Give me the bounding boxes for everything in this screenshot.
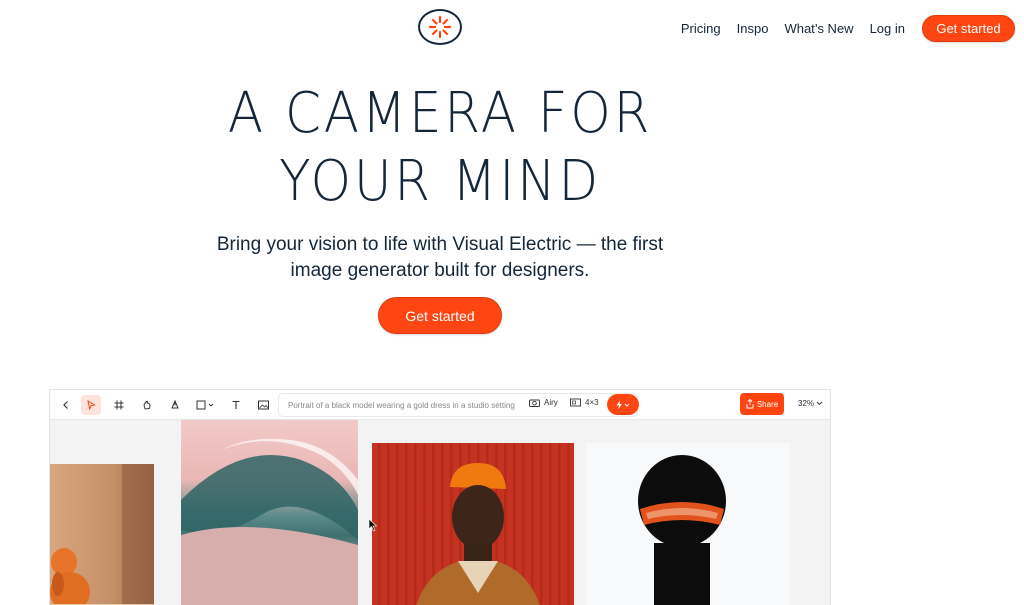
text-icon[interactable]	[226, 395, 246, 415]
hero-title: A CAMERA FOR YOUR MIND	[35, 80, 845, 216]
hand-icon[interactable]	[137, 395, 157, 415]
editor-toolbar: Portrait of a black model wearing a gold…	[50, 390, 830, 420]
hero-get-started-button[interactable]: Get started	[378, 297, 502, 334]
nav-link-whats-new[interactable]: What’s New	[784, 21, 853, 36]
nav-link-login[interactable]: Log in	[870, 21, 905, 36]
select-icon[interactable]	[81, 395, 101, 415]
share-label: Share	[756, 399, 779, 409]
hero-subtitle: Bring your vision to life with Visual El…	[216, 234, 664, 281]
generated-image-wave[interactable]	[181, 420, 358, 605]
nav-link-inspo[interactable]: Inspo	[737, 21, 769, 36]
chevron-down-icon	[816, 401, 823, 406]
hero-title-line-2: YOUR MIND	[279, 149, 601, 214]
app-preview: Portrait of a black model wearing a gold…	[49, 389, 831, 605]
zoom-selector[interactable]: 32%	[798, 399, 823, 408]
top-nav: Pricing Inspo What’s New Log in Get star…	[681, 14, 1015, 42]
camera-icon	[529, 399, 540, 407]
generated-image-toy-room[interactable]	[50, 464, 154, 605]
aspect-selector[interactable]: 4×3	[570, 398, 599, 407]
generate-button[interactable]	[607, 394, 639, 415]
style-selector[interactable]: Airy	[529, 398, 558, 407]
nav-link-pricing[interactable]: Pricing	[681, 21, 721, 36]
logo[interactable]	[418, 9, 462, 45]
lightning-icon	[616, 400, 630, 409]
pen-icon[interactable]	[165, 395, 185, 415]
back-icon[interactable]	[56, 395, 76, 415]
style-label: Airy	[544, 398, 558, 407]
generated-image-man-orange-beanie[interactable]	[372, 443, 574, 605]
share-icon	[746, 399, 754, 409]
zoom-label: 32%	[798, 399, 815, 408]
aspect-label: 4×3	[585, 398, 599, 407]
mouse-cursor-icon	[368, 518, 378, 532]
image-icon[interactable]	[253, 395, 273, 415]
sunburst-logo-icon	[428, 15, 452, 39]
frame-icon[interactable]	[109, 395, 129, 415]
aspect-ratio-icon	[570, 398, 581, 407]
nav-get-started-button[interactable]: Get started	[922, 14, 1015, 42]
generated-image-helmet-silhouette[interactable]	[586, 443, 790, 605]
share-button[interactable]: Share	[740, 393, 784, 415]
hero-title-line-1: A CAMERA FOR	[227, 81, 653, 146]
shape-icon[interactable]	[193, 395, 219, 415]
